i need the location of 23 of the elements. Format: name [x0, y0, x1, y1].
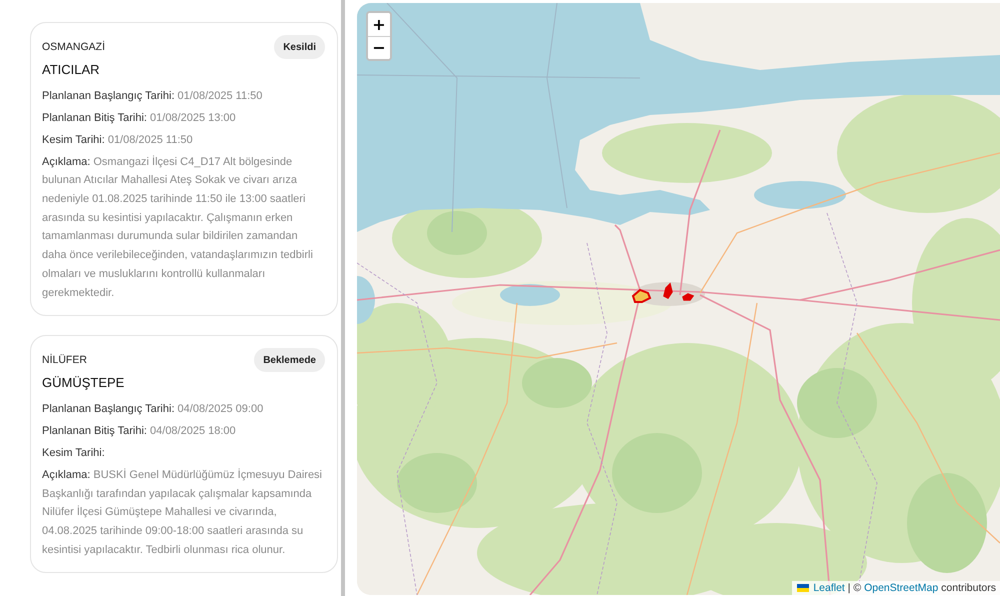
- detail-text: Açıklama: Osmangazi İlçesi C4_D17 Alt bölgesinde bulunan Atıcılar Mahallesi Ateş Sokak ve civarı arıza nedeniyle 01.08.2025 tarihinde 11:50 ile 13:00 saatleri arasında su kesintisi yapılacaktır. Çalışmanın erken tamamlanması durumunda sular bildirilen zamandan daha önce verilebileceğinden, vatandaşlarımızın tedbirli olmaları ve musluklarını kontrollü kullanmaları gerekmektedir.: [42, 154, 314, 301]
- outage-area[interactable]: [663, 282, 673, 299]
- leaflet-link[interactable]: Leaflet: [813, 582, 845, 594]
- detail-text: Planlanan Başlangıç Tarihi: 04/08/2025 09:00: [42, 402, 264, 417]
- attribution-text: Leaflet | © OpenStreetMap contributors: [813, 582, 996, 594]
- scrollbar[interactable]: [341, 0, 345, 596]
- zoom-out-button[interactable]: −: [368, 36, 390, 59]
- detail-text: Kesim Tarihi: 01/08/2025 11:50: [42, 132, 194, 148]
- status-badge: Kesildi: [274, 35, 325, 59]
- detail-text: Açıklama: BUSKİ Genel Müdürlüğümüz İçmesuyu Dairesi Başkanlığı tarafından yapılacak çalışmalar kapsamında Nilüfer İlçesi Gümüştepe Mahallesi ve civarında, 04.08.2025 tarihinde 09:00-18:00 saatleri arasında su kesintisi yapılacaktır. Tedbirli olunması rica olunur.: [42, 468, 324, 558]
- detail-text: Planlanan Bitiş Tarihi: 04/08/2025 18:00: [42, 424, 237, 439]
- openstreetmap-link[interactable]: OpenStreetMap: [864, 582, 938, 594]
- neighborhood-name: ATICILAR: [42, 61, 101, 79]
- neighborhood-name: GÜMÜŞTEPE: [42, 374, 126, 392]
- outage-area[interactable]: [682, 293, 694, 301]
- district-name: OSMANGAZİ: [42, 41, 106, 53]
- district-name: NİLÜFER: [42, 354, 87, 366]
- status-badge: Beklemede: [254, 348, 325, 372]
- outage-area[interactable]: [632, 288, 652, 303]
- detail-text: Planlanan Bitiş Tarihi: 01/08/2025 13:00: [42, 110, 237, 126]
- detail-text: Planlanan Başlangıç Tarihi: 01/08/2025 11:50: [42, 88, 264, 104]
- detail-text: Kesim Tarihi:: [42, 446, 106, 461]
- flag-icon: [797, 584, 810, 592]
